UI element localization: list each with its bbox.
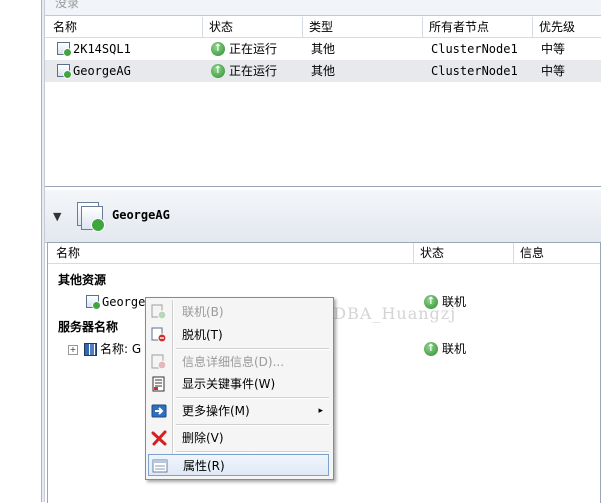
table-row[interactable]: GeorgeAG ↑ 正在运行 其他 ClusterNode1 中等	[45, 60, 601, 82]
resource-icon	[86, 295, 101, 310]
cluster-role-icon	[57, 64, 72, 79]
server-name: 名称: G	[100, 342, 142, 356]
role-name: 2K14SQL1	[73, 42, 131, 56]
take-offline-icon	[151, 327, 167, 343]
col-header-owner[interactable]: 所有者节点	[423, 17, 533, 37]
online-arrow-icon: ↑	[211, 41, 225, 56]
panel-title: 没录	[55, 0, 80, 10]
menu-separator	[176, 397, 329, 399]
menu-item-delete[interactable]: 删除(V)	[148, 427, 329, 449]
menu-separator	[176, 424, 329, 426]
role-status: 正在运行	[229, 42, 278, 56]
online-arrow-icon: ↑	[424, 294, 438, 309]
resource-name: GeorgeA	[102, 295, 150, 309]
more-actions-icon	[151, 404, 167, 418]
panel-title-bar: 没录	[45, 0, 601, 16]
menu-item-more-actions[interactable]: 更多操作(M) ▸	[148, 400, 329, 422]
col-header-priority[interactable]: 优先级	[533, 17, 601, 37]
resources-table-header: 名称 状态 信息	[48, 243, 600, 264]
table-row[interactable]: 2K14SQL1 ↑ 正在运行 其他 ClusterNode1 中等	[45, 38, 601, 60]
event-log-icon	[152, 376, 165, 392]
col-header-name[interactable]: 名称	[47, 17, 203, 37]
context-menu: 联机(B) 脱机(T) 信息详细信息(D)... 显示关键事件(W) 更多操作(…	[145, 297, 334, 480]
server-status: 联机	[442, 342, 467, 356]
menu-item-offline[interactable]: 脱机(T)	[148, 324, 329, 346]
resource-status: 联机	[442, 295, 467, 309]
menu-item-properties[interactable]: 属性(R)	[148, 454, 329, 476]
menu-separator	[176, 348, 329, 350]
details-title: GeorgeAG	[112, 208, 170, 222]
menu-item-critical-events[interactable]: 显示关键事件(W)	[148, 373, 329, 395]
role-name: GeorgeAG	[73, 64, 131, 78]
submenu-arrow-icon: ▸	[318, 406, 323, 416]
roles-panel: 没录 名称 状态 类型 所有者节点 优先级 2K14SQL1 ↑ 正在运行 其他 …	[45, 0, 601, 187]
role-type: 其他	[311, 64, 336, 78]
group-server-name: 服务器名称	[58, 320, 119, 334]
roles-table-header: 名称 状态 类型 所有者节点 优先级	[45, 17, 601, 38]
details-header: ▼ GeorgeAG	[45, 190, 601, 243]
role-priority: 中等	[541, 42, 566, 56]
role-type: 其他	[311, 42, 336, 56]
details-icon	[151, 354, 167, 370]
bring-online-icon	[151, 304, 167, 320]
role-priority: 中等	[541, 64, 566, 78]
properties-icon	[152, 459, 168, 473]
role-owner: ClusterNode1	[431, 64, 518, 78]
network-name-icon	[84, 343, 97, 356]
online-arrow-icon: ↑	[211, 63, 225, 78]
role-owner: ClusterNode1	[431, 42, 518, 56]
menu-item-online[interactable]: 联机(B)	[148, 301, 329, 323]
menu-separator	[176, 451, 329, 453]
cluster-role-icon	[57, 42, 72, 57]
menu-item-details[interactable]: 信息详细信息(D)...	[148, 351, 329, 373]
expand-icon[interactable]: +	[68, 344, 78, 355]
collapse-chevron-icon[interactable]: ▼	[53, 210, 61, 223]
role-status: 正在运行	[229, 64, 278, 78]
online-arrow-icon: ↑	[424, 341, 438, 356]
col-header-type[interactable]: 类型	[303, 17, 423, 37]
group-other-resources: 其他资源	[58, 273, 107, 287]
left-pane	[0, 0, 41, 502]
col-header-status[interactable]: 状态	[414, 243, 514, 263]
col-header-info[interactable]: 信息	[514, 243, 600, 263]
col-header-status[interactable]: 状态	[203, 17, 303, 37]
delete-x-icon	[151, 430, 167, 446]
col-header-name[interactable]: 名称	[50, 243, 414, 263]
cluster-role-large-icon	[75, 200, 105, 232]
